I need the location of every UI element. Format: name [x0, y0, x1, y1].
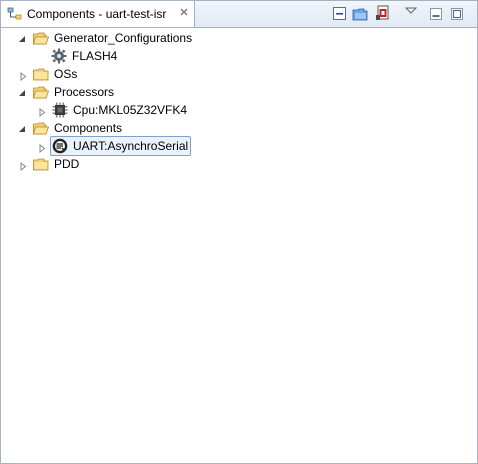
tree-item-label: Components [54, 121, 123, 135]
collapse-all-icon[interactable] [332, 6, 350, 24]
tree-item-label: FLASH4 [72, 49, 118, 63]
expanded-twisty-icon[interactable] [18, 33, 27, 42]
tree-item-flash4[interactable]: FLASH4 [51, 47, 117, 65]
open-folder-icon [32, 86, 50, 99]
view-tab-bar: Components - uart-test-isr [1, 1, 477, 28]
collapsed-twisty-icon[interactable] [38, 142, 47, 154]
expanded-twisty-icon[interactable] [18, 123, 27, 132]
open-folder-icon [32, 122, 50, 135]
tree-item-label: UART:AsynchroSerial [73, 139, 189, 153]
collapsed-twisty-icon[interactable] [19, 160, 28, 172]
component-inspector-icon [7, 6, 23, 22]
expanded-twisty-icon[interactable] [18, 87, 27, 96]
view-menu-chevron-icon[interactable] [404, 5, 422, 23]
minimize-icon[interactable] [429, 7, 447, 25]
collapsed-twisty-icon[interactable] [19, 70, 28, 82]
tree-item-pdd[interactable]: PDD [33, 155, 79, 173]
tree-item-uart[interactable]: UART:AsynchroSerial [50, 136, 192, 156]
collapsed-twisty-icon[interactable] [38, 106, 47, 118]
components-view: Components - uart-test-isr Generator_Con… [0, 0, 478, 464]
maximize-icon[interactable] [450, 7, 468, 25]
tree-item-cpu[interactable]: Cpu:MKL05Z32VFK4 [52, 101, 187, 119]
tree-item-label: OSs [54, 67, 78, 81]
serial-component-icon [52, 138, 68, 154]
folder-icon [33, 68, 49, 81]
close-icon[interactable] [178, 7, 190, 19]
tree-item-components[interactable]: Components [32, 119, 123, 137]
new-component-icon[interactable] [375, 5, 393, 23]
view-tab-title: Components - uart-test-isr [27, 7, 167, 21]
cpu-chip-icon [52, 102, 68, 118]
open-folder-icon [32, 32, 50, 45]
folder-icon [33, 158, 49, 171]
view-tab[interactable]: Components - uart-test-isr [1, 1, 195, 27]
open-folder-icon[interactable] [352, 6, 370, 24]
tree-item-label: Cpu:MKL05Z32VFK4 [73, 103, 188, 117]
tree-item-processors[interactable]: Processors [32, 83, 115, 101]
tree-item-oss[interactable]: OSs [33, 65, 77, 83]
tree-item-label: Generator_Configurations [54, 31, 193, 45]
tree-item-label: Processors [54, 85, 115, 99]
gear-icon [51, 48, 67, 64]
tree-item-generator-configurations[interactable]: Generator_Configurations [32, 29, 193, 47]
tree-item-label: PDD [54, 157, 80, 171]
